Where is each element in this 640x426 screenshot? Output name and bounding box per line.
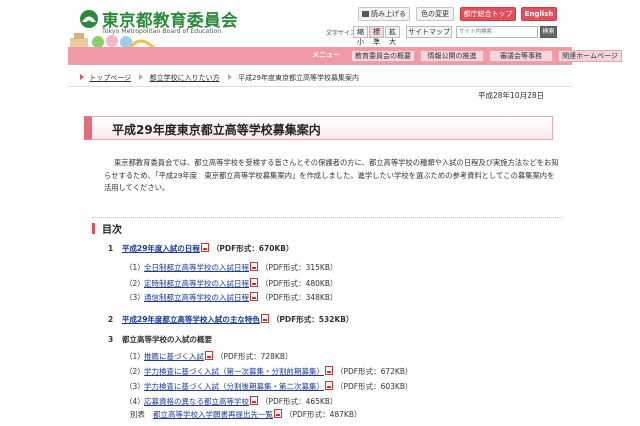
read-aloud-label: 読み上げる (371, 10, 406, 18)
read-aloud-button[interactable]: 読み上げる (358, 7, 410, 21)
global-nav: メニュー 教育委員会の概要 情報公開の推進 審議会等事務 関連ホームページ (68, 47, 622, 65)
section-number: 1 (108, 244, 114, 253)
change-color-button[interactable]: 色の変更 (416, 7, 454, 21)
toc-section-1: 1 平成29年度入試の日程 （PDF形式：670KB） (108, 243, 293, 254)
file-size: （PDF形式：348KB） (261, 293, 338, 302)
pdf-icon (274, 409, 282, 418)
toc-item: （1）全日制都立高等学校の入試日程 （PDF形式：315KB） (125, 262, 338, 273)
link-schedule[interactable]: 平成29年度入試の日程 (122, 244, 200, 253)
speaker-icon (362, 11, 369, 17)
file-size: （PDF形式：670KB） (211, 244, 294, 253)
pdf-icon (250, 278, 258, 287)
page-title-box: 平成29年度東京都立高等学校募集案内 (84, 116, 553, 140)
nav-item-council-affairs[interactable]: 審議会等事務 (489, 50, 553, 62)
item-number: （3） (125, 382, 145, 391)
item-number: （1） (125, 352, 145, 361)
heading-marker (92, 223, 95, 234)
section-label: 都立高等学校の入試の概要 (122, 335, 212, 344)
pdf-icon (260, 314, 269, 323)
section-number: 2 (108, 315, 114, 324)
breadcrumb-separator-icon (139, 74, 144, 80)
pdf-icon (250, 396, 258, 405)
toc-item: （3）通信制都立高等学校の入試日程 （PDF形式：348KB） (125, 292, 338, 303)
menu-label: メニュー (312, 51, 340, 59)
link-main-features[interactable]: 平成29年度都立高等学校入試の主な特色 (122, 315, 260, 324)
item-number: （2） (125, 367, 145, 376)
link-recommendation-exam[interactable]: 推薦に基づく入試 (144, 352, 204, 361)
file-size: （PDF形式：487KB） (285, 410, 362, 419)
link-correspondence-schedule[interactable]: 通信制都立高等学校の入試日程 (144, 293, 249, 302)
toc-appendix: 別表 都立高等学校入学願書再提出先一覧 （PDF形式：487KB） (130, 409, 362, 420)
font-standard-button[interactable]: 標準 (369, 26, 384, 46)
file-size: （PDF形式：315KB） (261, 263, 338, 272)
file-size: （PDF形式：465KB） (261, 397, 338, 406)
publish-date: 平成28年10月28日 (478, 91, 545, 100)
nav-item-board-overview[interactable]: 教育委員会の概要 (351, 50, 415, 62)
file-size: （PDF形式：480KB） (261, 279, 338, 288)
section-number: 3 (108, 335, 114, 344)
breadcrumb-current: 平成29年度東京都立高等学校募集案内 (238, 74, 359, 82)
pdf-icon (325, 366, 333, 375)
item-number: （3） (125, 293, 145, 302)
font-large-button[interactable]: 拡大 (385, 26, 400, 46)
font-small-button[interactable]: 縮小 (353, 26, 368, 46)
item-number: （4） (125, 397, 145, 406)
toc-item: （3）学力検査に基づく入試（分割後期募集・第二次募集） （PDF形式：603KB） (125, 381, 413, 392)
toc-item: （2）定時制都立高等学校の入試日程 （PDF形式：480KB） (125, 278, 338, 289)
file-size: （PDF形式：603KB） (336, 382, 413, 391)
file-size: （PDF形式：672KB） (336, 367, 413, 376)
breadcrumb: トップページ 都立学校に入りたい方 平成29年度東京都立高等学校募集案内 (80, 72, 359, 84)
page-title: 平成29年度東京都立高等学校募集案内 (112, 123, 321, 137)
sitemap-button[interactable]: サイトマップ (406, 26, 452, 38)
toc-item: （1）推薦に基づく入試 （PDF形式：728KB） (125, 351, 293, 362)
tokyo-gov-top-button[interactable]: 都庁総合トップ (460, 7, 516, 21)
breadcrumb-prospective-students[interactable]: 都立学校に入りたい方 (150, 74, 220, 82)
divider (68, 86, 572, 87)
pdf-icon (325, 381, 333, 390)
breadcrumb-top[interactable]: トップページ (89, 74, 131, 82)
nav-item-info-disclosure[interactable]: 情報公開の推進 (420, 50, 484, 62)
toc-section-3: 3 都立高等学校の入試の概要 (108, 334, 212, 345)
intro-paragraph: 東京都教育委員会では、都立高等学校を受検する皆さんとその保護者の方に、都立高等学… (104, 158, 559, 192)
item-number: （1） (125, 263, 145, 272)
pdf-icon (250, 292, 258, 301)
tokyo-emblem-icon (80, 10, 98, 28)
toc-item: （2）学力検査に基づく入試（第一次募集・分割前期募集） （PDF形式：672KB） (125, 366, 413, 377)
breadcrumb-arrow-icon (80, 74, 84, 80)
link-resubmission-list[interactable]: 都立高等学校入学願書再提出先一覧 (153, 410, 273, 419)
link-parttime-schedule[interactable]: 定時制都立高等学校の入試日程 (144, 279, 249, 288)
file-size: （PDF形式：728KB） (216, 352, 293, 361)
toc-section-2: 2 平成29年度都立高等学校入試の主な特色 （PDF形式：532KB） (108, 314, 353, 325)
pdf-icon (200, 243, 209, 252)
english-button[interactable]: English (521, 7, 557, 21)
intro-text: 東京都教育委員会では、都立高等学校を受検する皆さんとその保護者の方に、都立高等学… (104, 157, 559, 195)
appendix-prefix: 別表 (130, 410, 145, 419)
search-button[interactable]: 検索 (540, 26, 557, 38)
link-different-eligibility[interactable]: 応募資格の異なる都立高等学校 (144, 397, 249, 406)
toc-item: （4）応募資格の異なる都立高等学校 （PDF形式：465KB） (125, 396, 338, 407)
link-fulltime-schedule[interactable]: 全日制都立高等学校の入試日程 (144, 263, 249, 272)
nav-item-related-links[interactable]: 関連ホームページ (558, 50, 622, 62)
site-search-input[interactable] (456, 26, 538, 38)
item-number: （2） (125, 279, 145, 288)
pdf-icon (250, 262, 258, 271)
font-size-label: 文字サイズ (326, 30, 356, 37)
link-academic-exam-first[interactable]: 学力検査に基づく入試（第一次募集・分割前期募集） (144, 367, 324, 376)
file-size: （PDF形式：532KB） (271, 315, 354, 324)
link-academic-exam-second[interactable]: 学力検査に基づく入試（分割後期募集・第二次募集） (144, 382, 324, 391)
toc-title: 目次 (102, 225, 122, 236)
breadcrumb-separator-icon (227, 74, 232, 80)
toc-heading: 目次 (92, 217, 562, 237)
pdf-icon (205, 351, 213, 360)
